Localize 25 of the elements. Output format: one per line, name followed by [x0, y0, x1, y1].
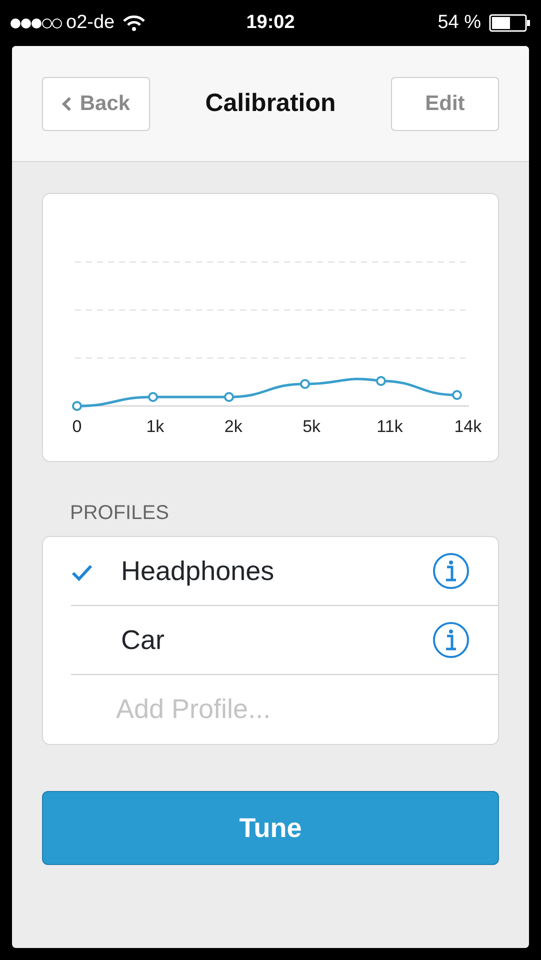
axis-label: 5k	[302, 416, 322, 438]
profile-name: Headphones	[121, 554, 276, 588]
signal-icon	[10, 18, 62, 28]
chevron-left-icon	[62, 96, 72, 112]
profile-row[interactable]: Car	[71, 606, 498, 675]
screen-title: Calibration	[205, 88, 336, 119]
wifi-icon	[122, 15, 145, 31]
axis-label: 11k	[376, 416, 404, 438]
battery-percentage: 54 %	[438, 10, 482, 35]
carrier-name: o2-de	[66, 10, 115, 35]
battery-icon	[489, 14, 532, 32]
axis-label: 0	[71, 416, 83, 438]
axis-label: 14k	[453, 416, 483, 438]
axis-label: 1k	[145, 416, 166, 438]
axis-label: 2k	[223, 416, 244, 438]
back-button[interactable]: Back	[42, 76, 150, 130]
info-icon[interactable]	[432, 552, 470, 590]
add-profile-field[interactable]: Add Profile...	[116, 689, 470, 730]
edit-button[interactable]: Edit	[390, 76, 499, 130]
profile-row[interactable]: Headphones	[71, 537, 498, 606]
info-icon[interactable]	[432, 621, 470, 659]
profile-name: Car	[121, 624, 166, 657]
tune-button[interactable]: Tune	[42, 791, 499, 865]
section-heading: PROFILES	[70, 501, 170, 526]
clock-time: 19:02	[246, 10, 295, 35]
